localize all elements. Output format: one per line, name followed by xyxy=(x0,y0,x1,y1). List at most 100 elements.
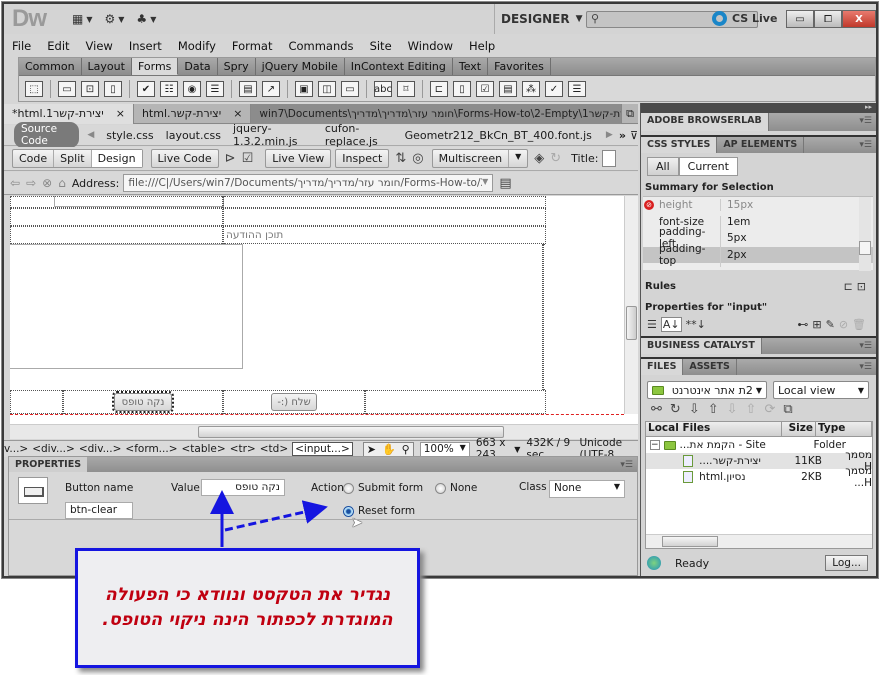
connect-icon[interactable]: ⚯ xyxy=(651,402,662,417)
restore-document-icon[interactable]: ⧉ xyxy=(622,107,638,121)
tag-item[interactable]: <div...> xyxy=(79,443,122,455)
panel-menu-icon[interactable]: ▾☰ xyxy=(859,359,876,375)
doc-tab-active[interactable]: יצירת-קשר1.html* × xyxy=(4,103,134,124)
tab-favorites[interactable]: Favorites xyxy=(488,58,551,75)
col-size[interactable]: Size xyxy=(782,422,816,436)
tag-item[interactable]: <form...> xyxy=(125,443,177,455)
filter-icon[interactable]: ⊽ xyxy=(630,129,638,142)
close-icon[interactable]: × xyxy=(116,107,125,120)
col-local-files[interactable]: Local Files xyxy=(646,422,782,436)
jump-menu-icon[interactable]: ↗ xyxy=(262,81,280,97)
zoom-select[interactable]: 100% ▼ xyxy=(419,441,470,457)
button-icon[interactable]: ▭ xyxy=(341,81,359,97)
form-icon[interactable]: ⬚ xyxy=(25,81,43,97)
zoom-tool-icon[interactable]: ⚲ xyxy=(399,443,413,456)
spry-validation-select-icon[interactable]: ▤ xyxy=(499,81,517,97)
related-file[interactable]: jquery-1.3.2.min.js xyxy=(233,122,313,148)
scrollbar-thumb[interactable] xyxy=(859,241,871,255)
attach-stylesheet-icon[interactable]: ⊷ xyxy=(797,318,808,331)
tag-item-selected[interactable]: <input...> xyxy=(292,442,353,456)
hidden-field-icon[interactable]: ⊡ xyxy=(81,81,99,97)
log-button[interactable]: Log... xyxy=(825,555,868,571)
file-field-icon[interactable]: ◫ xyxy=(318,81,336,97)
tab-ap-elements[interactable]: AP ELEMENTS xyxy=(717,137,805,153)
source-code-button[interactable]: Source Code xyxy=(14,122,80,148)
check-out-icon[interactable]: ⇩ xyxy=(727,402,738,417)
checkbox-group-icon[interactable]: ☷ xyxy=(160,81,178,97)
stop-icon[interactable]: ⊗ xyxy=(42,176,52,190)
put-files-icon[interactable]: ⇧ xyxy=(708,402,719,417)
chevron-down-icon[interactable]: ▼ xyxy=(509,150,527,167)
scroll-left-icon[interactable]: ◀ xyxy=(87,130,94,140)
menu-window[interactable]: Window xyxy=(400,39,461,53)
forward-icon[interactable]: ⇨ xyxy=(26,176,36,190)
tab-forms[interactable]: Forms xyxy=(131,58,179,75)
col-type[interactable]: Type xyxy=(816,422,872,436)
view-select[interactable]: Local view ▼ xyxy=(773,381,869,399)
related-file[interactable]: cufon-replace.js xyxy=(325,122,393,148)
back-icon[interactable]: ⇦ xyxy=(10,176,20,190)
workspace-switcher[interactable]: DESIGNER ▼ xyxy=(494,4,583,34)
show-cascade-icon[interactable]: ⊏ xyxy=(844,280,853,293)
button-name-input[interactable]: btn-clear xyxy=(65,502,133,519)
refresh-icon[interactable]: ↻ xyxy=(550,151,561,166)
category-view-icon[interactable]: ☰ xyxy=(647,318,657,331)
tab-assets[interactable]: ASSETS xyxy=(683,359,737,375)
browser-compat-icon[interactable]: ⊳ xyxy=(225,151,236,166)
related-file[interactable]: style.css xyxy=(106,129,153,142)
inspect-button[interactable]: Inspect xyxy=(336,150,388,167)
fieldset-icon[interactable]: ⌑ xyxy=(397,81,415,97)
spry-validation-textarea-icon[interactable]: ▯ xyxy=(453,81,471,97)
get-files-icon[interactable]: ⇩ xyxy=(689,402,700,417)
show-info-icon[interactable]: ⊡ xyxy=(857,280,866,293)
css-property-row[interactable]: ⊘ height 15px xyxy=(643,197,873,214)
site-menu[interactable]: ♣ ▼ xyxy=(136,12,156,26)
edit-rule-icon[interactable]: ✎ xyxy=(826,318,835,331)
scroll-right-icon[interactable]: ▶ xyxy=(606,130,613,140)
menu-format[interactable]: Format xyxy=(224,39,281,53)
all-mode-button[interactable]: All xyxy=(647,157,679,176)
spry-validation-checkbox-icon[interactable]: ☑ xyxy=(476,81,494,97)
refresh-icon[interactable]: ↻ xyxy=(670,402,681,417)
address-input[interactable]: file:///C|/Users/win7/Documents/חומר עזר… xyxy=(123,174,494,192)
set-properties-icon[interactable]: **↓ xyxy=(686,318,706,331)
class-select[interactable]: None ▼ xyxy=(549,480,625,498)
collapse-icon[interactable]: ▸▸ xyxy=(641,103,876,113)
live-code-button[interactable]: Live Code xyxy=(152,150,218,167)
tag-item[interactable]: <table> xyxy=(182,443,226,455)
close-icon[interactable]: × xyxy=(233,107,242,120)
tab-common[interactable]: Common xyxy=(19,58,82,75)
menu-site[interactable]: Site xyxy=(362,39,400,53)
message-textarea[interactable] xyxy=(10,244,243,369)
tab-jquery-mobile[interactable]: jQuery Mobile xyxy=(256,58,345,75)
menu-insert[interactable]: Insert xyxy=(121,39,170,53)
check-in-icon[interactable]: ⇧ xyxy=(746,402,757,417)
code-view-button[interactable]: Code xyxy=(13,150,55,167)
menu-edit[interactable]: Edit xyxy=(39,39,77,53)
image-field-icon[interactable]: ▣ xyxy=(295,81,313,97)
chevron-down-icon[interactable]: ▼ xyxy=(514,445,520,454)
minimize-button[interactable]: ▭ xyxy=(786,10,814,28)
more-files-icon[interactable]: » xyxy=(619,129,626,142)
select-list-icon[interactable]: ▤ xyxy=(239,81,257,97)
tab-files[interactable]: FILES xyxy=(641,359,684,375)
tab-incontext-editing[interactable]: InContext Editing xyxy=(345,58,453,75)
tab-business-catalyst[interactable]: BUSINESS CATALYST xyxy=(641,338,762,354)
layout-menu[interactable]: ▦ ▼ xyxy=(72,12,93,26)
text-field-icon[interactable]: ▭ xyxy=(58,81,76,97)
doc-tab[interactable]: יצירת-קשר.html × xyxy=(134,103,252,124)
panel-menu-icon[interactable]: ▾☰ xyxy=(859,137,876,153)
radio-button-icon[interactable]: ◉ xyxy=(183,81,201,97)
panel-menu-icon[interactable]: ▾☰ xyxy=(620,460,633,470)
live-view-button[interactable]: Live View xyxy=(266,150,330,167)
tab-spry[interactable]: Spry xyxy=(218,58,256,75)
vertical-scrollbar[interactable] xyxy=(624,196,638,414)
synchronize-icon[interactable]: ⟳ xyxy=(764,402,775,417)
chevron-down-icon[interactable]: ▼ xyxy=(482,177,488,189)
spry-validation-radio-group-icon[interactable]: ☰ xyxy=(568,81,586,97)
submit-form-radio[interactable]: Submit form xyxy=(343,482,423,494)
hand-tool-icon[interactable]: ✋ xyxy=(379,443,399,456)
delete-icon[interactable]: 🗑 xyxy=(852,318,866,331)
disable-icon[interactable]: ⊘ xyxy=(839,318,848,331)
tag-item[interactable]: <div...> xyxy=(32,443,75,455)
